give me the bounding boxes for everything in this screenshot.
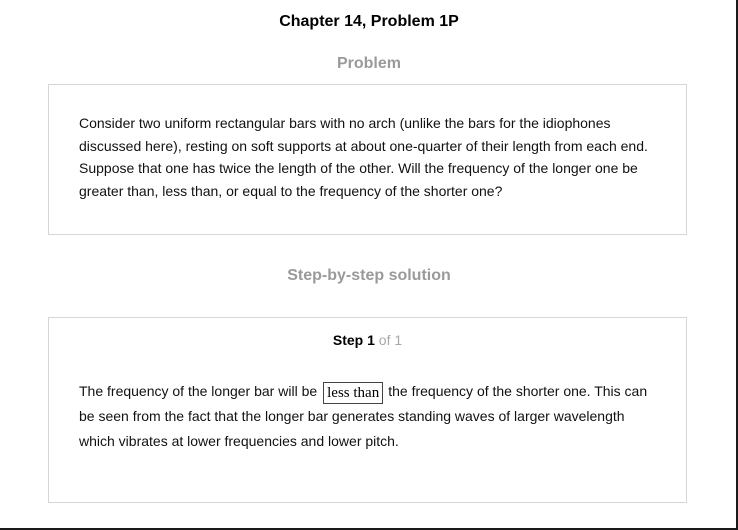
- step-word: Step: [332, 332, 364, 348]
- solution-heading: Step-by-step solution: [287, 267, 451, 284]
- step-indicator: Step 1 of 1: [49, 330, 686, 350]
- solution-card: Step 1 of 1 The frequency of the longer …: [48, 317, 687, 503]
- step-total: of 1: [378, 332, 403, 348]
- problem-heading: Problem: [336, 55, 401, 72]
- solution-text-before: The frequency of the longer bar will be: [79, 383, 318, 399]
- step-number: 1: [367, 332, 375, 348]
- page-title: Chapter 14, Problem 1P: [279, 13, 459, 30]
- solution-text: The frequency of the longer bar will be l…: [79, 379, 649, 453]
- problem-text: Consider two uniform rectangular bars wi…: [79, 115, 648, 199]
- problem-card: Consider two uniform rectangular bars wi…: [48, 84, 687, 235]
- answer-box: less than: [323, 382, 384, 404]
